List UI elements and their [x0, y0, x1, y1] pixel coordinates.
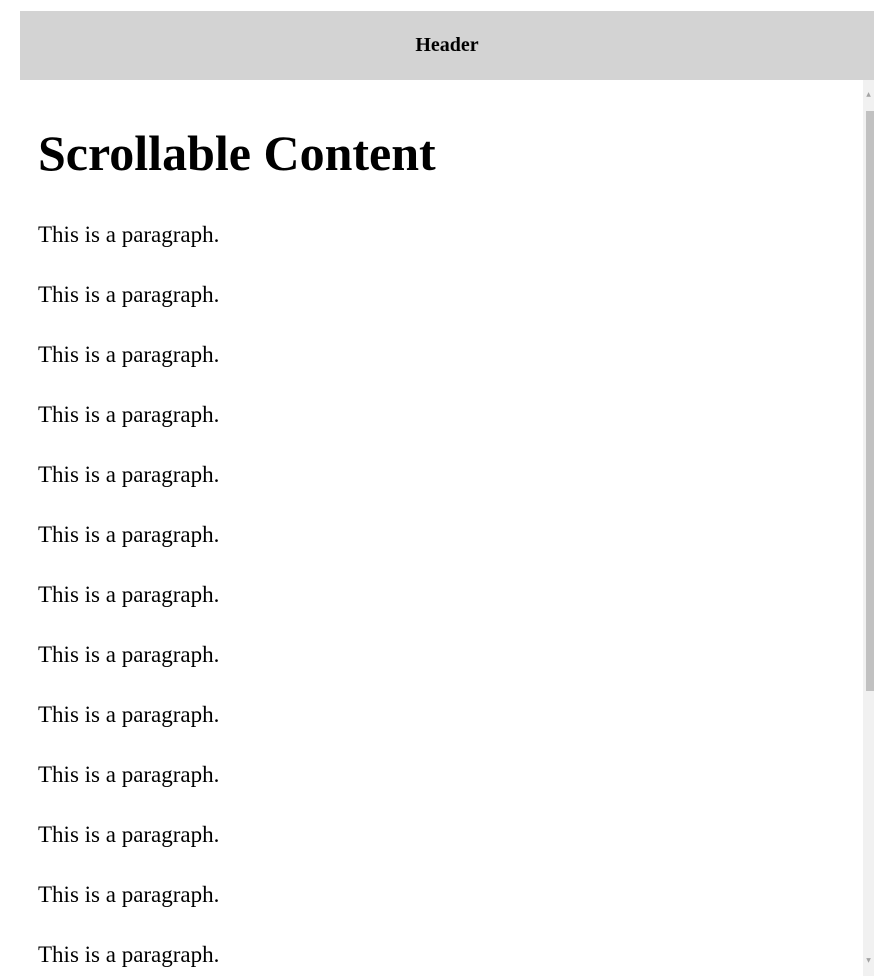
- page: Header Scrollable Content This is a para…: [0, 0, 874, 976]
- paragraph: This is a paragraph.: [38, 222, 220, 247]
- paragraph: This is a paragraph.: [38, 822, 220, 847]
- chevron-down-icon[interactable]: ▼: [863, 946, 874, 976]
- chevron-up-icon[interactable]: ▲: [863, 80, 874, 110]
- scrollable-content[interactable]: Scrollable Content This is a paragraph. …: [20, 80, 863, 976]
- paragraph: This is a paragraph.: [38, 582, 220, 607]
- vertical-scrollbar[interactable]: ▲ ▼: [863, 80, 874, 976]
- scrollbar-thumb[interactable]: [866, 111, 874, 691]
- paragraph: This is a paragraph.: [38, 702, 220, 727]
- paragraph: This is a paragraph.: [38, 522, 220, 547]
- paragraph: This is a paragraph.: [38, 762, 220, 787]
- paragraph: This is a paragraph.: [38, 282, 220, 307]
- page-title: Scrollable Content: [38, 125, 436, 181]
- header-bar: Header: [20, 11, 874, 80]
- paragraph: This is a paragraph.: [38, 642, 220, 667]
- paragraph: This is a paragraph.: [38, 882, 220, 907]
- paragraph: This is a paragraph.: [38, 462, 220, 487]
- header-title: Header: [415, 34, 479, 56]
- paragraph: This is a paragraph.: [38, 942, 220, 967]
- paragraph: This is a paragraph.: [38, 402, 220, 427]
- paragraph: This is a paragraph.: [38, 342, 220, 367]
